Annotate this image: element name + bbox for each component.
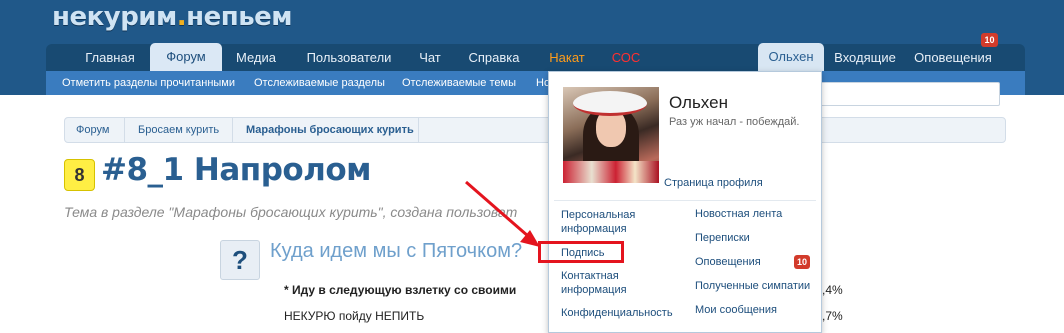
annotation-arrow (465, 180, 540, 247)
annotation-highlight-box (538, 241, 624, 263)
